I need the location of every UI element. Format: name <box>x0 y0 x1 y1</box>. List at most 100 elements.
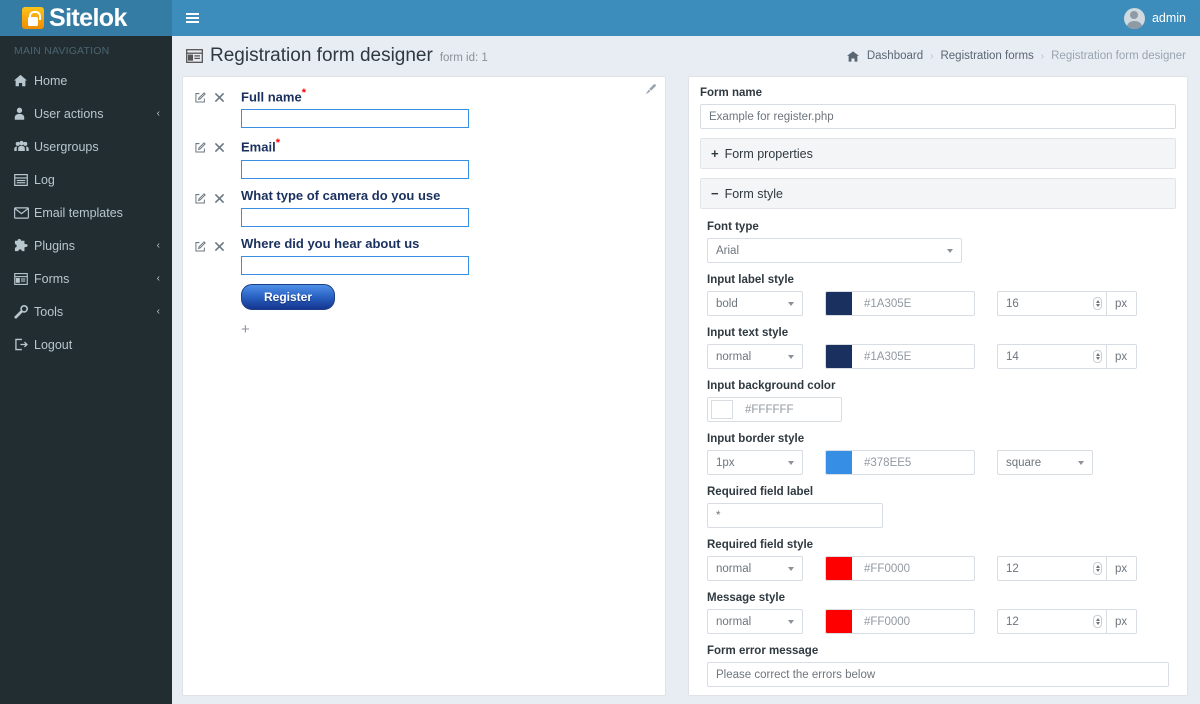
brand-logo[interactable]: Sitelok <box>0 0 172 36</box>
accordion-form-style[interactable]: − Form style <box>700 178 1176 209</box>
sidebar-item-forms[interactable]: Forms ‹ <box>0 262 172 295</box>
input-label-size-value: 16 <box>1006 297 1019 310</box>
close-icon[interactable] <box>215 241 224 251</box>
sidebar-item-label: Home <box>34 73 68 88</box>
required-marker: * <box>275 137 280 150</box>
message-size-group: 12 px <box>997 609 1138 634</box>
input-text-size-unit: px <box>1106 344 1138 369</box>
field-tools <box>195 188 241 204</box>
input-label-style-label: Input label style <box>707 274 794 286</box>
font-type-value: Arial <box>716 244 740 257</box>
close-icon[interactable] <box>215 143 224 153</box>
edit-icon[interactable] <box>195 92 206 103</box>
chevron-down-icon <box>788 460 794 465</box>
input-label-size-group: 16 px <box>997 291 1138 316</box>
input-border-style-group: Input border style 1px #378EE5 square <box>707 433 1169 475</box>
stepper-arrows[interactable] <box>1093 350 1102 363</box>
required-field-size-value: 12 <box>1006 562 1019 575</box>
required-field-weight-select[interactable]: normal <box>707 556 803 581</box>
form-preview-panel: Full name* Email* What type of camera do… <box>182 76 666 696</box>
preview-field-row: Full name* <box>195 87 653 129</box>
font-type-select[interactable]: Arial <box>707 238 962 263</box>
color-swatch <box>826 451 852 474</box>
sidebar-item-logout[interactable]: Logout <box>0 328 172 361</box>
form-error-message-input[interactable] <box>707 662 1169 687</box>
input-text-style-label: Input text style <box>707 327 789 339</box>
edit-icon[interactable] <box>195 240 206 252</box>
input-text-color-picker[interactable]: #1A305E <box>825 344 975 369</box>
hamburger-icon[interactable] <box>172 0 212 36</box>
color-swatch <box>826 345 852 368</box>
input-label-size-unit: px <box>1106 291 1138 316</box>
chevron-left-icon: ‹ <box>156 108 160 119</box>
required-field-label-input[interactable] <box>707 503 883 528</box>
edit-icon[interactable] <box>195 192 206 204</box>
edit-icon[interactable] <box>195 142 206 153</box>
users-icon <box>14 140 34 153</box>
input-label-size-stepper[interactable]: 16 <box>997 291 1107 316</box>
close-icon[interactable] <box>215 93 224 102</box>
preview-field-input[interactable] <box>241 109 469 129</box>
input-label-weight-select[interactable]: bold <box>707 291 803 316</box>
message-size-value: 12 <box>1006 615 1019 628</box>
sidebar-item-email-templates[interactable]: Email templates <box>0 196 172 229</box>
sidebar: MAIN NAVIGATION Home User actions ‹ User… <box>0 36 172 704</box>
wrench-icon <box>14 304 34 319</box>
stepper-arrows[interactable] <box>1093 297 1102 310</box>
paintbrush-icon[interactable] <box>645 84 656 95</box>
home-icon <box>14 74 34 87</box>
input-border-color-value: #378EE5 <box>864 456 912 469</box>
stepper-arrows[interactable] <box>1093 615 1102 628</box>
envelope-icon <box>14 206 34 219</box>
field-main: Where did you hear about us <box>241 236 653 275</box>
close-icon[interactable] <box>215 193 224 203</box>
input-text-size-group: 14 px <box>997 344 1138 369</box>
required-field-weight-value: normal <box>716 562 752 575</box>
message-color-picker[interactable]: #FF0000 <box>825 609 975 634</box>
field-main: Full name* <box>241 87 653 129</box>
input-text-weight-select[interactable]: normal <box>707 344 803 369</box>
input-label-color-picker[interactable]: #1A305E <box>825 291 975 316</box>
preview-field-input[interactable] <box>241 255 469 275</box>
add-field-button[interactable]: + <box>241 322 255 337</box>
input-border-style-label: Input border style <box>707 433 805 445</box>
user-menu[interactable]: admin <box>1123 7 1200 29</box>
font-type-label: Font type <box>707 221 759 233</box>
input-label-style-group: Input label style bold #1A305E 16 px <box>707 274 1169 316</box>
form-name-input[interactable] <box>700 104 1176 129</box>
input-background-color-label: Input background color <box>707 380 836 392</box>
field-main: Email* <box>241 137 653 179</box>
required-field-size-stepper[interactable]: 12 <box>997 556 1107 581</box>
preview-field-input[interactable] <box>241 207 469 227</box>
input-border-shape-select[interactable]: square <box>997 450 1093 475</box>
message-weight-select[interactable]: normal <box>707 609 803 634</box>
required-field-color-value: #FF0000 <box>864 562 911 575</box>
input-background-color-picker[interactable]: #FFFFFF <box>707 397 842 422</box>
required-field-color-picker[interactable]: #FF0000 <box>825 556 975 581</box>
message-weight-value: normal <box>716 615 752 628</box>
sidebar-item-log[interactable]: Log <box>0 163 172 196</box>
field-main: What type of camera do you use <box>241 188 653 227</box>
register-button[interactable]: Register <box>241 283 336 310</box>
sidebar-item-plugins[interactable]: Plugins ‹ <box>0 229 172 262</box>
sidebar-item-tools[interactable]: Tools ‹ <box>0 295 172 328</box>
input-border-width-select[interactable]: 1px <box>707 450 803 475</box>
field-tools <box>195 236 241 252</box>
sidebar-item-home[interactable]: Home <box>0 64 172 97</box>
sidebar-item-usergroups[interactable]: Usergroups <box>0 130 172 163</box>
chevron-down-icon <box>947 248 953 253</box>
sidebar-heading: MAIN NAVIGATION <box>14 45 110 57</box>
page-subtitle: form id: 1 <box>439 52 488 64</box>
sidebar-item-user-actions[interactable]: User actions ‹ <box>0 97 172 130</box>
input-border-color-picker[interactable]: #378EE5 <box>825 450 975 475</box>
input-text-size-value: 14 <box>1006 350 1019 363</box>
message-size-stepper[interactable]: 12 <box>997 609 1107 634</box>
accordion-form-properties[interactable]: + Form properties <box>700 138 1176 169</box>
sidebar-item-label: Email templates <box>34 205 123 220</box>
input-text-size-stepper[interactable]: 14 <box>997 344 1107 369</box>
required-field-style-group: Required field style normal #FF0000 12 p… <box>707 539 1169 581</box>
stepper-arrows[interactable] <box>1093 562 1102 575</box>
preview-field-input[interactable] <box>241 159 469 179</box>
breadcrumb-item-dashboard[interactable]: Dashboard <box>867 50 923 62</box>
breadcrumb-item-registration-forms[interactable]: Registration forms <box>940 50 1033 62</box>
